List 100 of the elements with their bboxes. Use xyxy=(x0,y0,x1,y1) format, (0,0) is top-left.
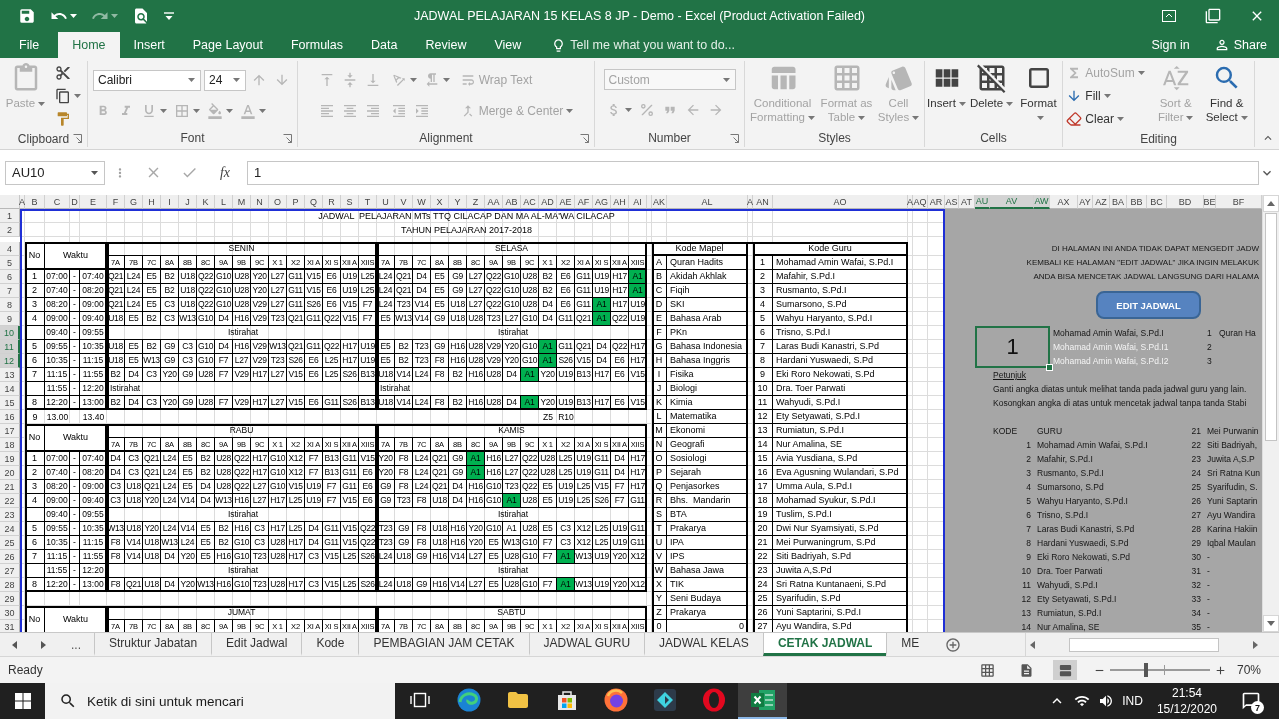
column-header[interactable]: F xyxy=(107,195,125,209)
right-triangle-icon[interactable] xyxy=(1253,640,1258,649)
font-name-field[interactable]: Calibri xyxy=(93,69,201,91)
row-header[interactable]: 11 xyxy=(0,340,20,354)
find-select-button[interactable]: Find & Select xyxy=(1200,61,1253,126)
column-header[interactable]: AO xyxy=(773,195,908,209)
ribbon-tab[interactable]: Insert xyxy=(119,32,179,58)
column-header[interactable]: AL xyxy=(667,195,748,209)
ribbon-tab[interactable]: View xyxy=(480,32,536,58)
wifi-icon[interactable] xyxy=(1074,693,1091,709)
row-header[interactable]: 10 xyxy=(0,326,20,340)
ribbon-tab[interactable]: File xyxy=(0,32,59,58)
dialog-launcher-icon[interactable] xyxy=(580,133,589,143)
column-header[interactable]: T xyxy=(359,195,377,209)
page-break-preview-button[interactable] xyxy=(1053,660,1077,680)
row-header[interactable]: 15 xyxy=(0,396,20,410)
row-header[interactable]: 7 xyxy=(0,284,20,298)
search-field[interactable]: Ketik di sini untuk mencari xyxy=(87,691,395,711)
column-header[interactable]: P xyxy=(287,195,305,209)
column-header[interactable]: AV xyxy=(990,195,1034,209)
name-box[interactable]: AU10 xyxy=(5,160,105,185)
column-header[interactable]: O xyxy=(269,195,287,209)
formula-field[interactable]: 1 xyxy=(247,160,1259,185)
customize-toolbar-button[interactable] xyxy=(162,10,176,22)
spreadsheet-app-button[interactable] xyxy=(738,683,787,719)
row-header[interactable]: 20 xyxy=(0,466,20,480)
slider-thumb[interactable] xyxy=(1144,663,1148,677)
column-header[interactable]: R xyxy=(323,195,341,209)
dialog-launcher-icon[interactable] xyxy=(283,133,292,143)
column-header[interactable]: Q xyxy=(305,195,323,209)
column-header[interactable]: V xyxy=(395,195,413,209)
row-header[interactable]: 27 xyxy=(0,564,20,578)
row-header[interactable]: 26 xyxy=(0,550,20,564)
row-header[interactable]: 28 xyxy=(0,578,20,592)
row-header[interactable]: 24 xyxy=(0,522,20,536)
tell-me-field[interactable]: Tell me what you want to do... xyxy=(570,38,751,52)
column-header[interactable]: B xyxy=(25,195,45,209)
fill-handle[interactable] xyxy=(1046,364,1053,371)
column-header[interactable]: AD xyxy=(539,195,557,209)
column-header[interactable]: X xyxy=(431,195,449,209)
notification-button[interactable]: 7 xyxy=(1231,683,1271,719)
clear-button[interactable]: Clear xyxy=(1064,108,1147,130)
ribbon-tab[interactable]: Formulas xyxy=(276,32,358,58)
column-header[interactable]: BD xyxy=(1167,195,1204,209)
row-header[interactable]: 17 xyxy=(0,424,20,438)
clock-time[interactable]: 21:54 xyxy=(1171,686,1202,700)
column-header[interactable]: AW xyxy=(1034,195,1050,209)
column-header[interactable]: AN xyxy=(753,195,773,209)
scrollbar-thumb[interactable] xyxy=(1069,637,1219,652)
column-header[interactable]: AU xyxy=(975,195,990,209)
insert-button[interactable]: Insert xyxy=(925,61,968,126)
vertical-scrollbar[interactable] xyxy=(1262,195,1279,632)
more-sheets-button[interactable]: ... xyxy=(58,633,94,656)
left-triangle-icon[interactable] xyxy=(1030,640,1035,649)
column-header[interactable]: L xyxy=(215,195,233,209)
column-header[interactable]: E xyxy=(80,195,107,209)
column-header[interactable]: AH xyxy=(611,195,629,209)
sheet-tab[interactable]: CETAK JADWAL xyxy=(762,633,887,656)
column-header[interactable]: K xyxy=(197,195,215,209)
row-header[interactable]: 23 xyxy=(0,508,20,522)
column-header[interactable]: AE xyxy=(557,195,575,209)
column-header[interactable]: AI xyxy=(629,195,647,209)
row-header[interactable]: 9 xyxy=(0,312,20,326)
row-header[interactable]: 16 xyxy=(0,410,20,424)
row-header[interactable]: 14 xyxy=(0,382,20,396)
row-header[interactable]: 19 xyxy=(0,452,20,466)
column-header[interactable]: AF xyxy=(575,195,593,209)
column-header[interactable]: C xyxy=(45,195,70,209)
column-header[interactable]: BC xyxy=(1147,195,1167,209)
dialog-launcher-icon[interactable] xyxy=(73,134,82,143)
scrollbar-thumb[interactable] xyxy=(1265,213,1277,441)
row-header[interactable]: 30 xyxy=(0,606,20,620)
edit-schedule-button[interactable]: EDIT JADWAL xyxy=(1096,291,1201,319)
column-header[interactable]: AC xyxy=(521,195,539,209)
dialog-launcher-icon[interactable] xyxy=(730,133,739,143)
row-header[interactable]: 25 xyxy=(0,536,20,550)
column-header[interactable]: U xyxy=(377,195,395,209)
row-header[interactable]: 13 xyxy=(0,368,20,382)
row-header[interactable]: 22 xyxy=(0,494,20,508)
row-header[interactable]: 31 xyxy=(0,620,20,632)
row-header[interactable]: 8 xyxy=(0,298,20,312)
row-header[interactable]: 6 xyxy=(0,270,20,284)
insert-function-button[interactable]: fx xyxy=(207,160,243,185)
search-box[interactable]: Ketik di sini untuk mencari xyxy=(45,683,395,719)
column-header[interactable]: AK xyxy=(652,195,667,209)
format-button[interactable]: Format xyxy=(1015,61,1062,126)
ribbon-tab[interactable]: Review xyxy=(411,32,481,58)
up-triangle-icon[interactable] xyxy=(1267,201,1275,206)
column-header[interactable]: AY xyxy=(1078,195,1093,209)
column-header[interactable]: N xyxy=(251,195,269,209)
row-header[interactable]: 21 xyxy=(0,480,20,494)
column-header[interactable]: M xyxy=(233,195,251,209)
column-header[interactable]: AZ xyxy=(1093,195,1110,209)
ribbon-tab[interactable]: Home xyxy=(58,32,120,58)
zoom-slider[interactable] xyxy=(1110,663,1210,677)
column-header[interactable]: H xyxy=(143,195,161,209)
column-header[interactable]: AG xyxy=(593,195,611,209)
ribbon-tab[interactable]: Page Layout xyxy=(178,32,277,58)
column-header[interactable]: W xyxy=(413,195,431,209)
column-header[interactable]: G xyxy=(125,195,143,209)
